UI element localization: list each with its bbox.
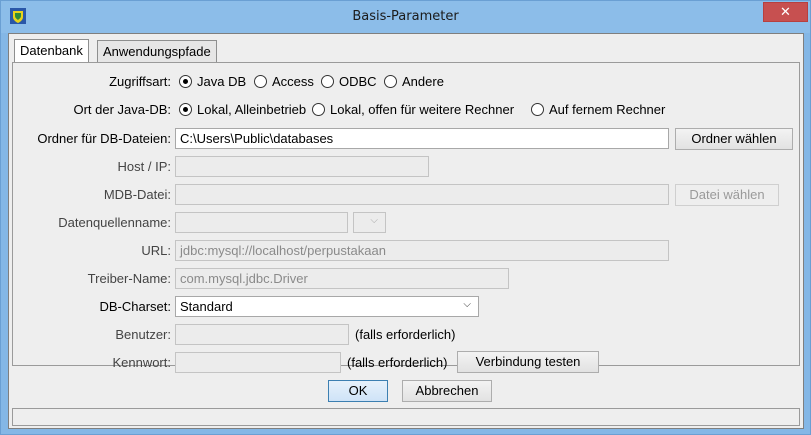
choose-file-button[interactable]: Datei wählen bbox=[675, 184, 779, 206]
radio-odbc-label[interactable]: ODBC bbox=[339, 74, 377, 90]
ok-button[interactable]: OK bbox=[328, 380, 388, 402]
db-location-label: Ort der Java-DB: bbox=[73, 102, 171, 117]
datenbank-panel: Zugriffsart: Java DB Access ODBC Andere … bbox=[12, 62, 800, 373]
charset-value: Standard bbox=[180, 299, 233, 314]
radio-fern[interactable] bbox=[531, 103, 544, 116]
radio-lokal-alleinbetrieb-label[interactable]: Lokal, Alleinbetrieb bbox=[197, 102, 306, 118]
radio-access[interactable] bbox=[254, 75, 267, 88]
window-title: Basis-Parameter bbox=[352, 9, 459, 24]
close-button[interactable]: ✕ bbox=[763, 2, 808, 22]
radio-andere-label[interactable]: Andere bbox=[402, 74, 444, 90]
datasource-input[interactable] bbox=[175, 212, 348, 233]
host-input[interactable] bbox=[175, 156, 429, 177]
radio-lokal-alleinbetrieb[interactable] bbox=[179, 103, 192, 116]
title-bar[interactable]: Basis-Parameter ✕ bbox=[1, 1, 810, 33]
dialog-window: Basis-Parameter ✕ Datenbank Anwendungspf… bbox=[0, 0, 811, 435]
url-label: URL: bbox=[141, 243, 171, 258]
charset-select[interactable]: Standard ⌵ bbox=[175, 296, 479, 317]
access-type-label: Zugriffsart: bbox=[109, 74, 171, 89]
url-input[interactable]: jdbc:mysql://localhost/perpustakaan bbox=[175, 240, 669, 261]
tab-anwendungspfade[interactable]: Anwendungspfade bbox=[97, 40, 217, 62]
chevron-down-icon: ⌵ bbox=[370, 215, 378, 226]
datasource-dropdown[interactable]: ⌵ bbox=[353, 212, 386, 233]
mdb-file-label: MDB-Datei: bbox=[103, 187, 171, 202]
radio-lokal-offen-label[interactable]: Lokal, offen für weitere Rechner bbox=[330, 102, 514, 118]
db-folder-input[interactable]: C:\Users\Public\databases bbox=[175, 128, 669, 149]
db-folder-label: Ordner für DB-Dateien: bbox=[37, 131, 171, 146]
radio-lokal-offen[interactable] bbox=[312, 103, 325, 116]
radio-java-db-label[interactable]: Java DB bbox=[197, 74, 246, 90]
password-hint: (falls erforderlich) bbox=[347, 355, 448, 370]
test-connection-button[interactable]: Verbindung testen bbox=[457, 351, 599, 373]
radio-odbc[interactable] bbox=[321, 75, 334, 88]
cancel-button[interactable]: Abbrechen bbox=[402, 380, 492, 402]
datasource-label: Datenquellenname: bbox=[58, 215, 171, 230]
radio-andere[interactable] bbox=[384, 75, 397, 88]
close-icon: ✕ bbox=[780, 5, 791, 20]
user-hint: (falls erforderlich) bbox=[355, 327, 456, 342]
user-label: Benutzer: bbox=[115, 327, 171, 342]
host-label: Host / IP: bbox=[117, 159, 171, 174]
choose-folder-button[interactable]: Ordner wählen bbox=[675, 128, 793, 150]
driver-label: Treiber-Name: bbox=[87, 271, 171, 286]
password-input[interactable] bbox=[175, 352, 341, 373]
charset-label: DB-Charset: bbox=[99, 299, 171, 314]
user-input[interactable] bbox=[175, 324, 349, 345]
mdb-file-input[interactable] bbox=[175, 184, 669, 205]
driver-input[interactable]: com.mysql.jdbc.Driver bbox=[175, 268, 509, 289]
dialog-client: Datenbank Anwendungspfade Zugriffsart: J… bbox=[8, 33, 804, 429]
password-label: Kennwort: bbox=[112, 355, 171, 370]
radio-java-db[interactable] bbox=[179, 75, 192, 88]
status-bar bbox=[12, 408, 800, 426]
radio-access-label[interactable]: Access bbox=[272, 74, 314, 90]
chevron-down-icon: ⌵ bbox=[463, 299, 471, 310]
radio-fern-label[interactable]: Auf fernem Rechner bbox=[549, 102, 665, 118]
tab-datenbank[interactable]: Datenbank bbox=[14, 39, 89, 63]
